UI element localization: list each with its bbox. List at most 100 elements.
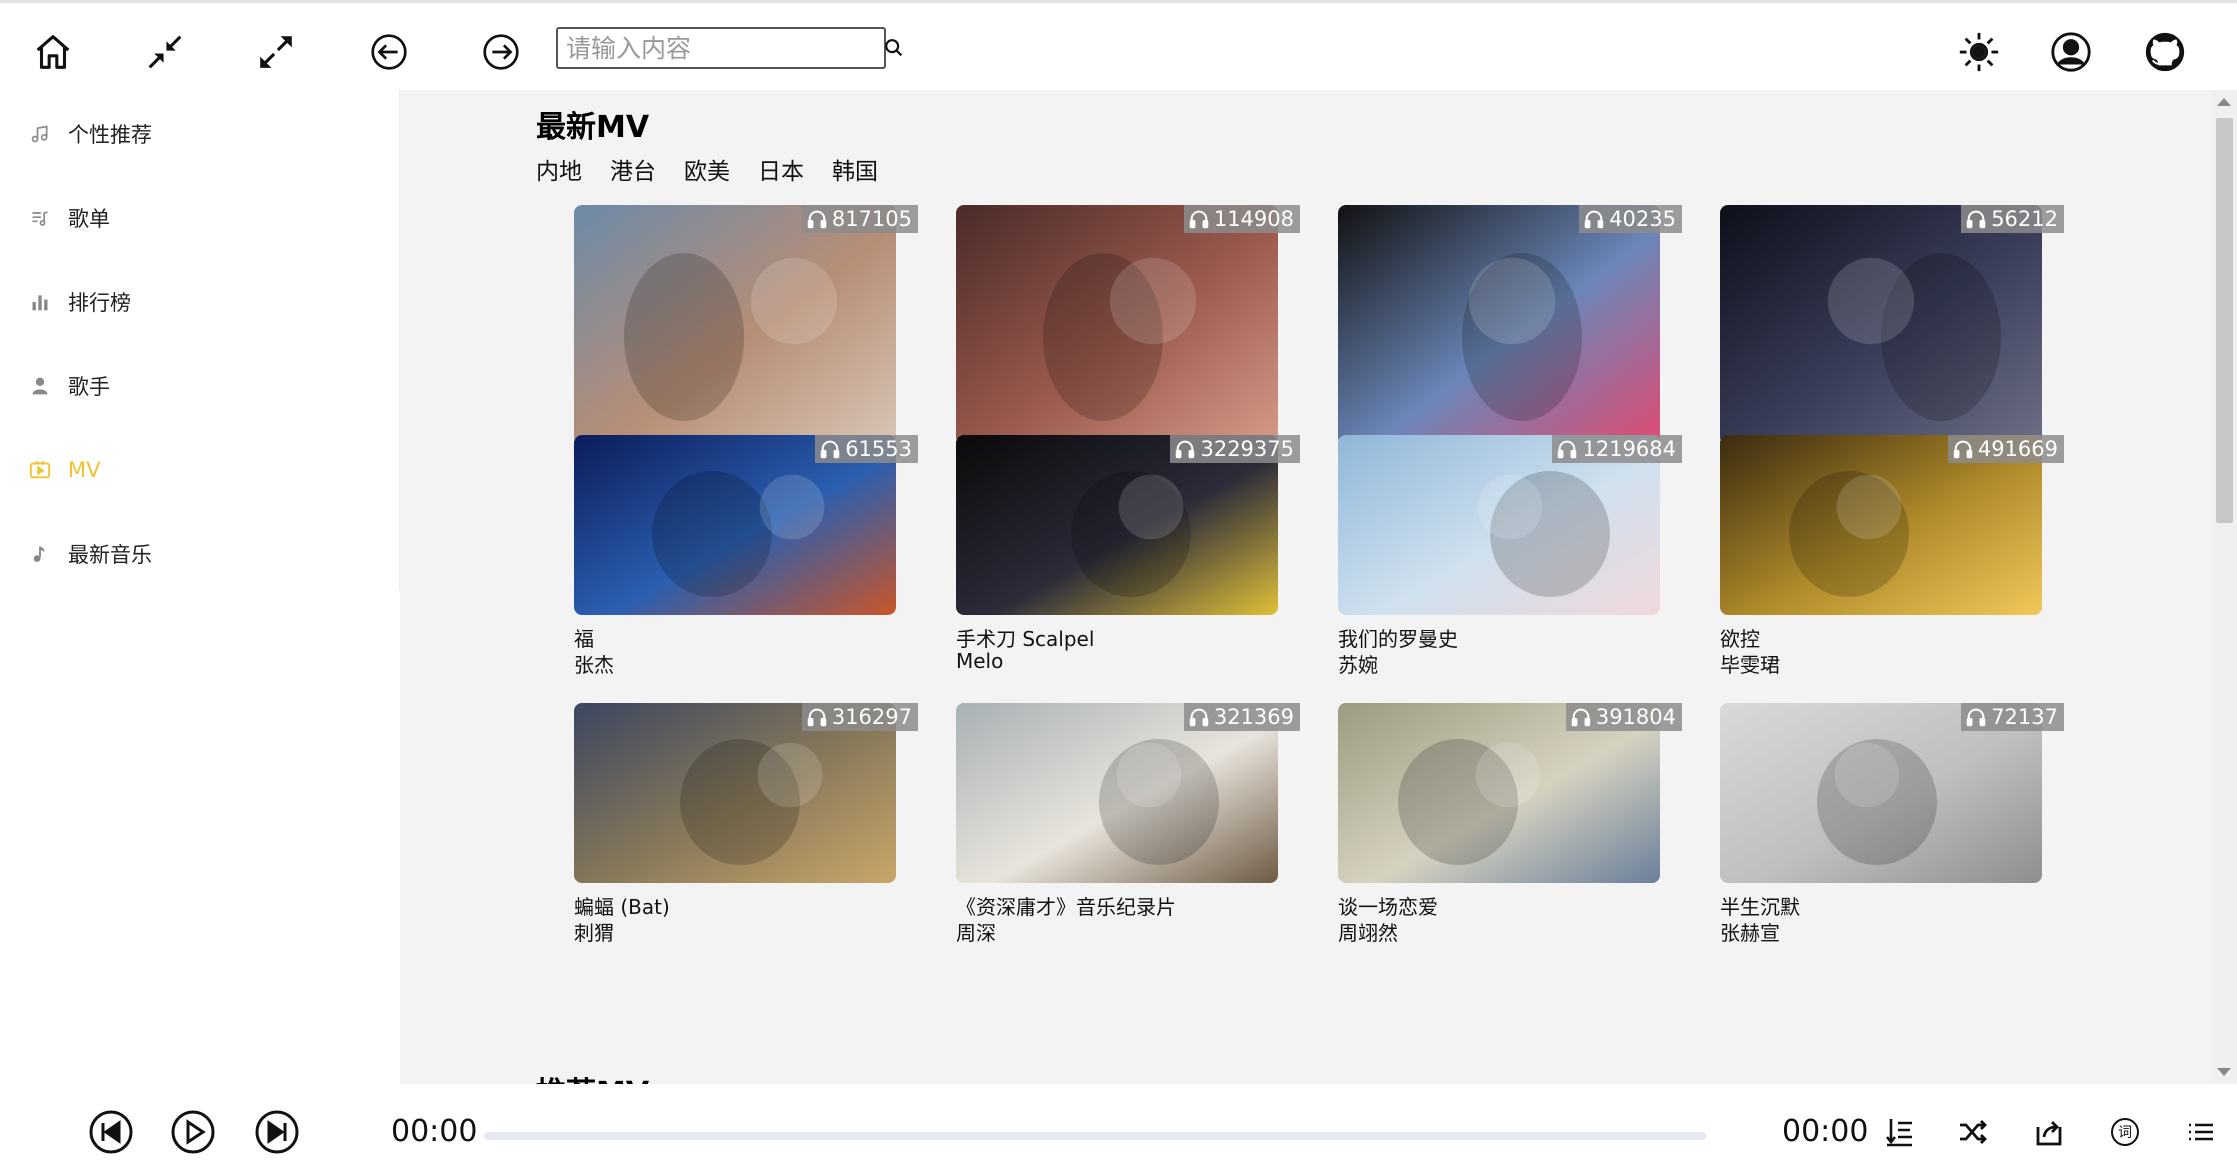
svg-text:词: 词 bbox=[2118, 1125, 2132, 1141]
play-count-badge: 72137 bbox=[1961, 703, 2064, 731]
lyrics-icon[interactable]: 词 bbox=[2105, 1112, 2145, 1152]
home-icon[interactable] bbox=[22, 21, 84, 83]
github-icon[interactable] bbox=[2134, 21, 2196, 83]
play-count: 1219684 bbox=[1582, 437, 1676, 461]
mv-card[interactable]: 391804 谈一场恋爱 周翊然 bbox=[1300, 703, 1682, 946]
play-icon[interactable] bbox=[167, 1106, 219, 1158]
forward-arrow-icon[interactable] bbox=[470, 21, 532, 83]
play-count-badge: 40235 bbox=[1579, 205, 1682, 233]
mv-title[interactable]: 半生沉默 bbox=[1720, 891, 1800, 920]
headphones-icon bbox=[820, 440, 840, 459]
mv-artist[interactable]: Melo bbox=[956, 649, 1003, 673]
theme-sun-icon[interactable] bbox=[1948, 21, 2010, 83]
mv-title[interactable]: 手术刀 Scalpel bbox=[956, 623, 1094, 652]
minimize-icon[interactable] bbox=[134, 21, 196, 83]
play-count-badge: 817105 bbox=[801, 205, 918, 233]
share-icon[interactable] bbox=[2029, 1112, 2069, 1152]
search-input[interactable] bbox=[558, 29, 883, 67]
next-track-icon[interactable] bbox=[251, 1106, 303, 1158]
play-count: 316297 bbox=[831, 705, 912, 729]
user-avatar-icon[interactable] bbox=[2040, 21, 2102, 83]
playlist-order-icon[interactable] bbox=[1879, 1112, 1919, 1152]
tab-mainland[interactable]: 内地 bbox=[536, 152, 582, 186]
mv-artist[interactable]: 刺猬 bbox=[574, 917, 614, 946]
headphones-icon bbox=[1176, 440, 1195, 459]
sidebar-item-label: MV bbox=[68, 458, 101, 482]
mv-artist[interactable]: 苏婉 bbox=[1338, 649, 1378, 678]
sidebar-item-recommend[interactable]: 个性推荐 bbox=[28, 114, 152, 154]
single-note-icon bbox=[28, 542, 52, 566]
mv-title[interactable]: 我们的罗曼史 bbox=[1338, 623, 1458, 652]
play-count: 817105 bbox=[831, 207, 912, 231]
progress-bar[interactable] bbox=[484, 1132, 1706, 1140]
mv-artist[interactable]: 毕雯珺 bbox=[1720, 649, 1780, 678]
headphones-icon bbox=[1558, 440, 1577, 459]
scroll-thumb[interactable] bbox=[2216, 118, 2233, 523]
play-count-badge: 56212 bbox=[1961, 205, 2064, 233]
mv-title[interactable]: 蝙蝠 (Bat) bbox=[574, 891, 670, 920]
mv-card[interactable]: 491669 欲控 毕雯珺 bbox=[1682, 435, 2064, 678]
play-count: 491669 bbox=[1977, 437, 2058, 461]
mv-artist[interactable]: 张赫宣 bbox=[1720, 917, 1780, 946]
sidebar-item-new-music[interactable]: 最新音乐 bbox=[28, 534, 152, 574]
sidebar-item-singers[interactable]: 歌手 bbox=[28, 366, 110, 406]
mv-card[interactable]: 61553 福张杰 bbox=[536, 435, 918, 678]
mv-card[interactable]: 321369 《资深庸才》音乐纪录片 周深 bbox=[918, 703, 1300, 946]
play-count: 114908 bbox=[1213, 207, 1294, 231]
sidebar-item-mv[interactable]: MV bbox=[28, 450, 100, 490]
menu-list-icon[interactable] bbox=[2181, 1112, 2221, 1152]
person-icon bbox=[28, 374, 52, 398]
maximize-icon[interactable] bbox=[245, 21, 307, 83]
mv-thumbnail[interactable] bbox=[1720, 205, 2042, 445]
music-note-icon bbox=[28, 122, 52, 146]
mv-artist[interactable]: 周翊然 bbox=[1338, 917, 1398, 946]
play-count: 321369 bbox=[1213, 705, 1294, 729]
scrollbar[interactable] bbox=[2212, 90, 2237, 1084]
mv-card[interactable]: 3229375 手术刀 Scalpel Melo bbox=[918, 435, 1300, 675]
sidebar-item-playlist[interactable]: 歌单 bbox=[28, 198, 110, 238]
previous-track-icon[interactable] bbox=[85, 1106, 137, 1158]
back-arrow-icon[interactable] bbox=[358, 21, 420, 83]
scroll-down-arrow-icon[interactable] bbox=[2217, 1068, 2231, 1076]
tab-japan[interactable]: 日本 bbox=[758, 152, 804, 186]
mv-title[interactable]: 《资深庸才》音乐纪录片 bbox=[956, 891, 1176, 920]
mv-thumbnail[interactable] bbox=[574, 205, 896, 445]
sidebar-item-charts[interactable]: 排行榜 bbox=[28, 282, 131, 322]
sidebar: 个性推荐 歌单 排行榜 歌手 MV 最新音乐 bbox=[0, 90, 400, 590]
sidebar-item-label: 歌手 bbox=[68, 375, 110, 399]
mv-thumbnail[interactable] bbox=[1338, 205, 1660, 445]
video-icon bbox=[28, 458, 52, 482]
bar-chart-icon bbox=[28, 290, 52, 314]
mv-card[interactable]: 72137 半生沉默 张赫宣 bbox=[1682, 703, 2064, 946]
mv-card[interactable]: 1219684 我们的罗曼史 苏婉 bbox=[1300, 435, 1682, 678]
headphones-icon bbox=[1189, 708, 1209, 727]
tab-western[interactable]: 欧美 bbox=[684, 152, 730, 186]
shuffle-icon[interactable] bbox=[1953, 1112, 1993, 1152]
mv-title[interactable]: 福 bbox=[574, 623, 594, 652]
playlist-icon bbox=[28, 206, 52, 230]
tab-korea[interactable]: 韩国 bbox=[832, 152, 878, 186]
tab-hk-tw[interactable]: 港台 bbox=[610, 152, 656, 186]
sidebar-item-label: 排行榜 bbox=[68, 291, 131, 315]
search-icon[interactable] bbox=[883, 28, 905, 68]
mv-card[interactable]: 316297 蝙蝠 (Bat) 刺猬 bbox=[536, 703, 918, 946]
scroll-up-arrow-icon[interactable] bbox=[2217, 98, 2231, 106]
player-bar: 00:00 00:00 词 bbox=[0, 1084, 2237, 1175]
play-count-badge: 321369 bbox=[1183, 703, 1300, 731]
total-time: 00:00 bbox=[1782, 1114, 1869, 1149]
top-toolbar bbox=[0, 0, 2237, 90]
play-count-badge: 391804 bbox=[1565, 703, 1682, 731]
mv-artist[interactable]: 张杰 bbox=[574, 649, 614, 678]
sidebar-item-label: 最新音乐 bbox=[68, 543, 152, 567]
mv-thumbnail[interactable] bbox=[956, 205, 1278, 445]
play-count: 3229375 bbox=[1200, 437, 1294, 461]
headphones-icon bbox=[1189, 210, 1209, 229]
headphones-icon bbox=[807, 210, 827, 229]
play-count-badge: 3229375 bbox=[1170, 435, 1300, 463]
mv-artist[interactable]: 周深 bbox=[956, 917, 996, 946]
region-tabs: 内地 港台 欧美 日本 韩国 bbox=[536, 152, 878, 186]
mv-title[interactable]: 谈一场恋爱 bbox=[1338, 891, 1438, 920]
headphones-icon bbox=[1571, 708, 1591, 727]
headphones-icon bbox=[1966, 708, 1986, 727]
mv-title[interactable]: 欲控 bbox=[1720, 623, 1760, 652]
